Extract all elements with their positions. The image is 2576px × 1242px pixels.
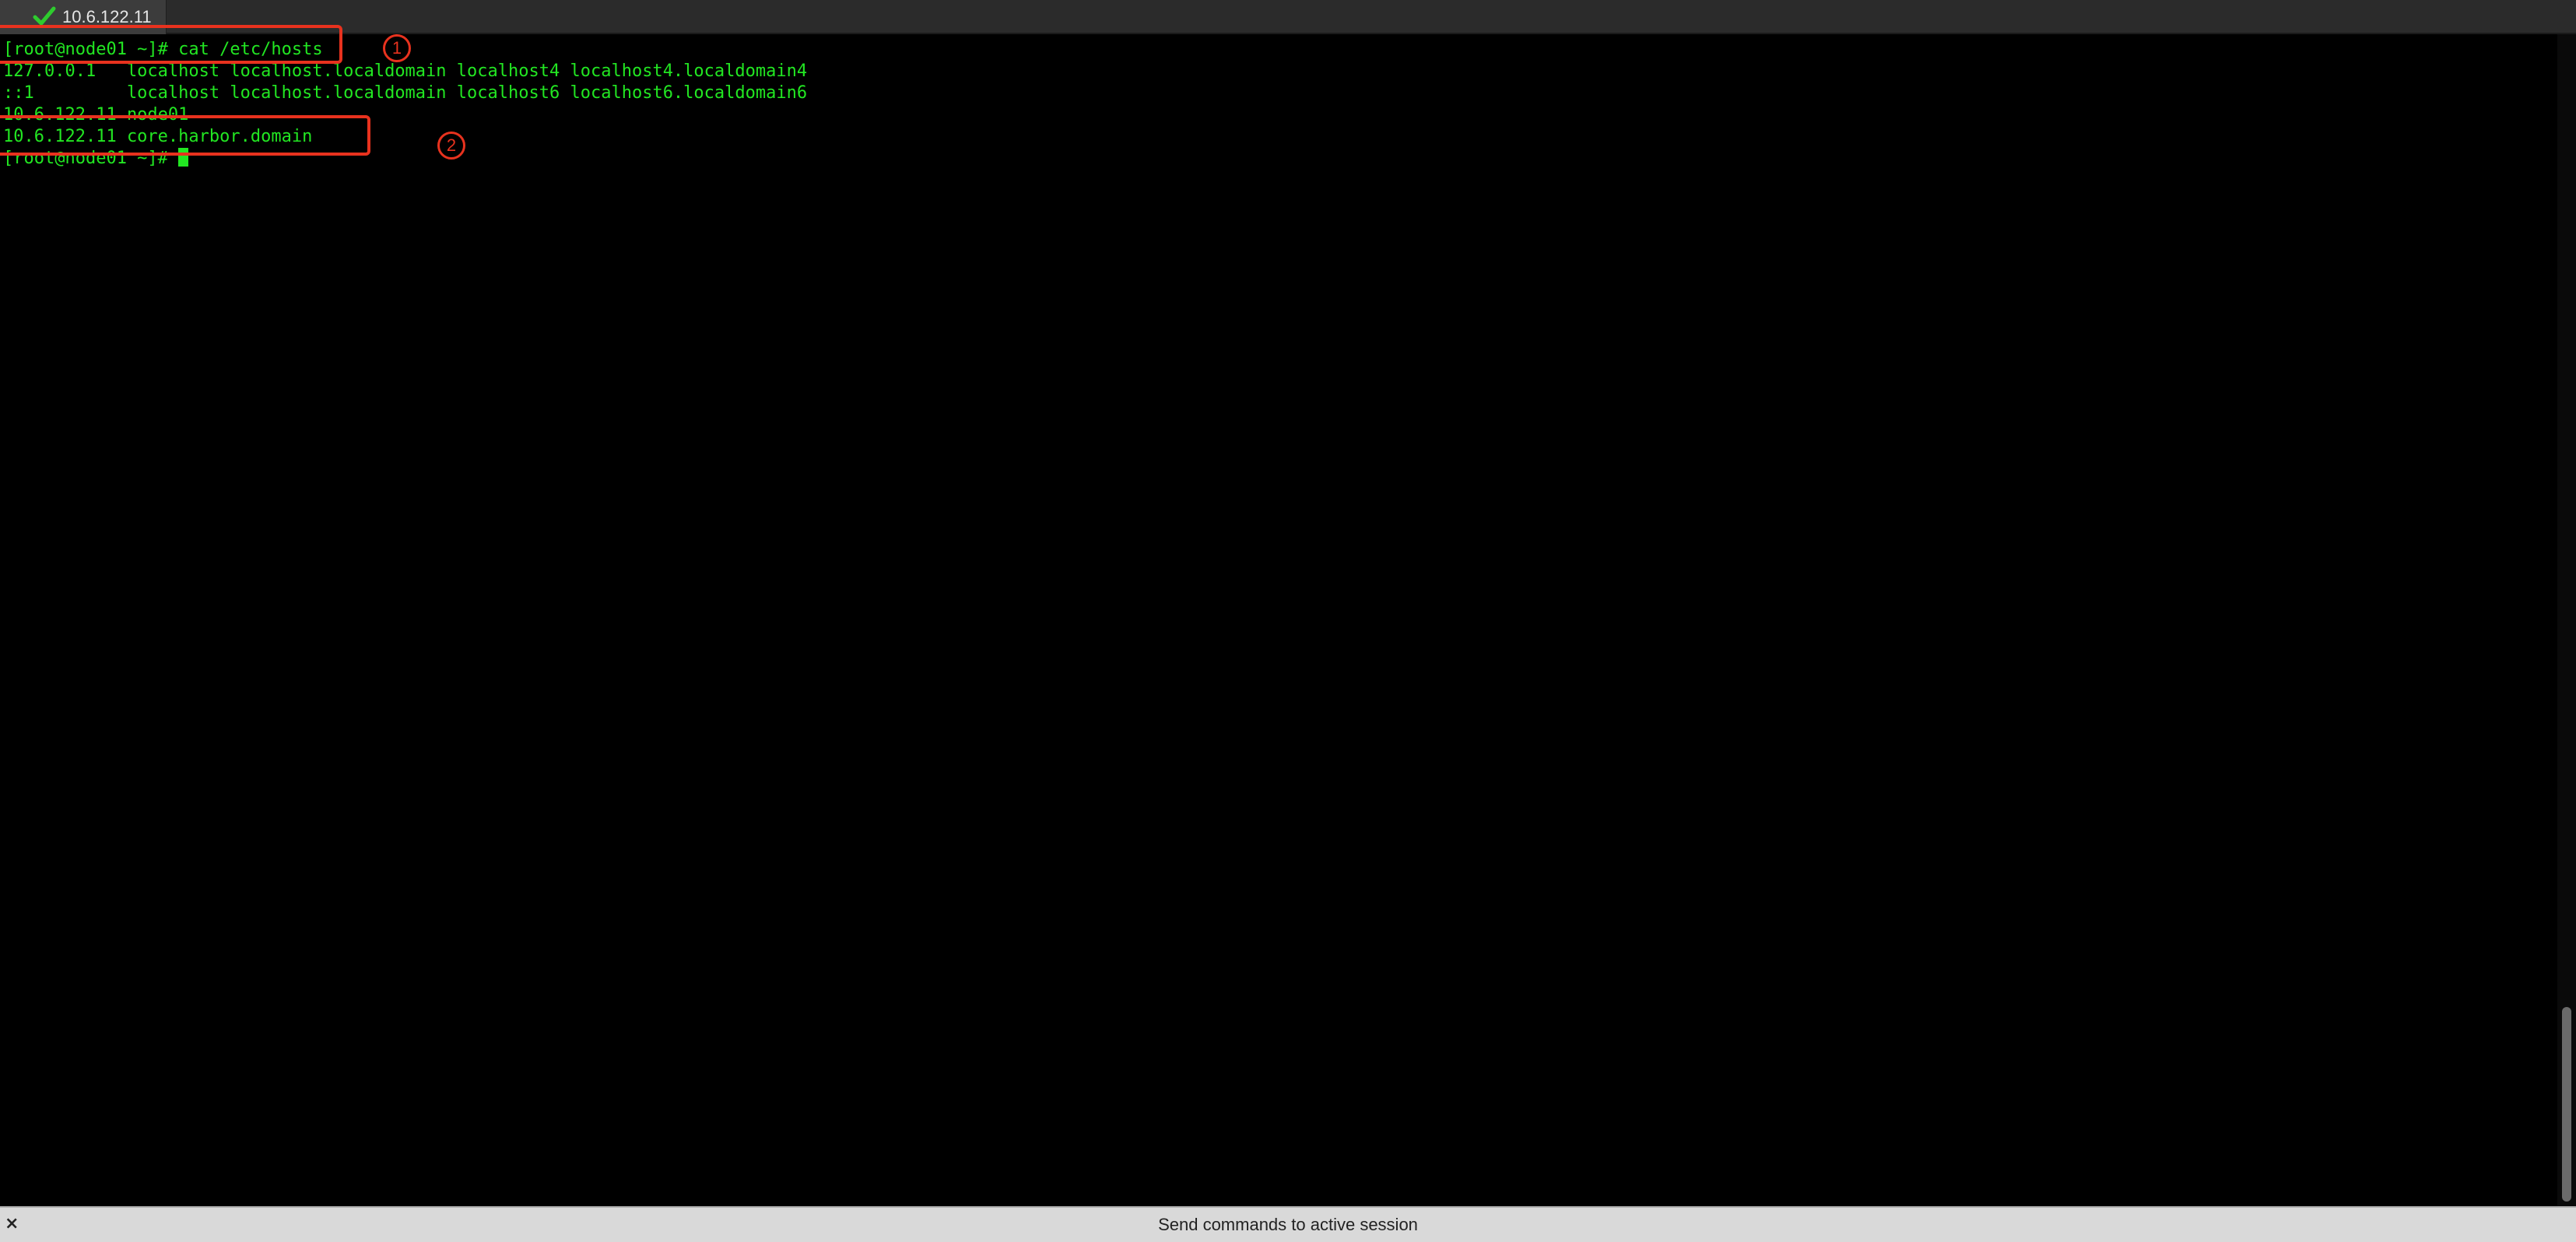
terminal-scrollbar[interactable] xyxy=(2557,34,2576,1206)
terminal-output[interactable]: [root@node01 ~]# cat /etc/hosts 127.0.0.… xyxy=(0,25,2557,1206)
check-icon xyxy=(33,6,56,26)
broadcast-input[interactable]: Send commands to active session xyxy=(0,1214,2576,1236)
close-icon[interactable]: × xyxy=(5,1214,19,1234)
annotation-marker-1: 1 xyxy=(383,34,411,62)
scrollbar-thumb[interactable] xyxy=(2562,1007,2571,1202)
tab-bar: 10.6.122.11 xyxy=(0,0,2576,34)
highlight-box-harbor xyxy=(0,115,370,156)
terminal-line-hosts-ipv4: 127.0.0.1 localhost localhost.localdomai… xyxy=(3,61,808,81)
annotation-marker-2: 2 xyxy=(437,132,465,160)
terminal-line-hosts-ipv6: ::1 localhost localhost.localdomain loca… xyxy=(3,83,808,103)
broadcast-bar: Send commands to active session × xyxy=(0,1206,2576,1242)
highlight-box-command xyxy=(0,25,342,64)
